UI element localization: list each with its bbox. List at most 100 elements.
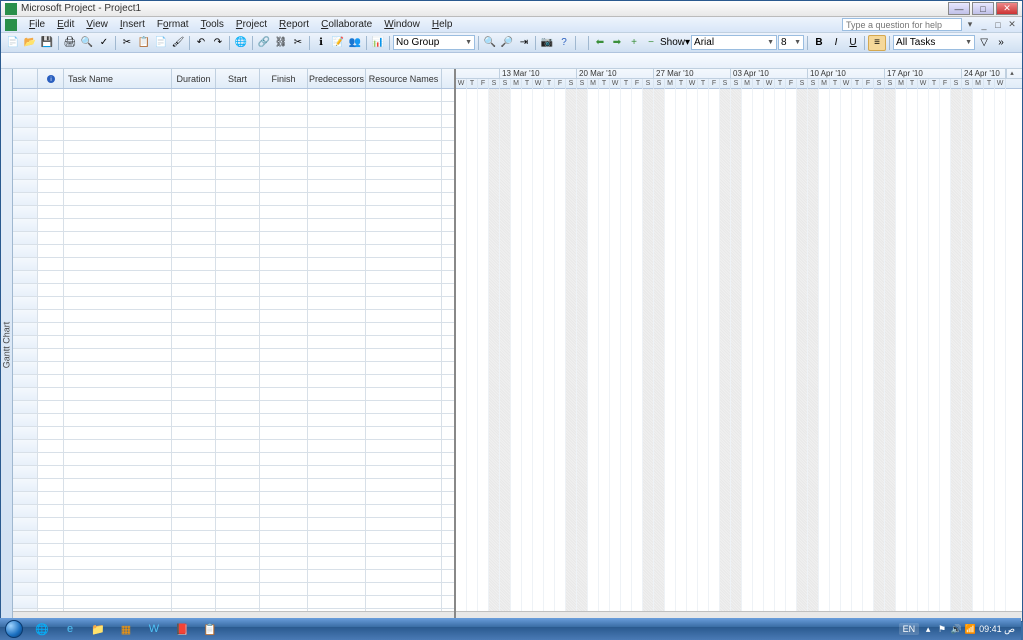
task-row[interactable]	[13, 531, 454, 544]
italic-button[interactable]: I	[828, 35, 844, 51]
task-row[interactable]	[13, 492, 454, 505]
language-indicator[interactable]: EN	[899, 623, 920, 635]
hide-subtasks-button[interactable]: −	[643, 35, 659, 51]
close-button[interactable]: ✕	[996, 2, 1018, 15]
taskbar-app-4[interactable]: ▦	[113, 620, 139, 638]
gantt-body[interactable]	[456, 89, 1022, 621]
copy-picture-button[interactable]: 📷	[539, 35, 555, 51]
open-button[interactable]: 📂	[22, 35, 38, 51]
new-button[interactable]: 📄	[5, 35, 21, 51]
col-resource-names[interactable]: Resource Names	[366, 69, 442, 88]
zoom-out-button[interactable]: 🔎	[499, 35, 515, 51]
mdi-minimize-button[interactable]: _	[978, 19, 990, 31]
taskbar-app-2[interactable]: e	[57, 620, 83, 638]
task-row[interactable]	[13, 388, 454, 401]
menu-file[interactable]: File	[23, 19, 51, 30]
task-row[interactable]	[13, 310, 454, 323]
task-row[interactable]	[13, 505, 454, 518]
task-row[interactable]	[13, 570, 454, 583]
gantt-vscroll-up[interactable]: ▴	[1006, 69, 1017, 78]
col-start[interactable]: Start	[216, 69, 260, 88]
task-row[interactable]	[13, 544, 454, 557]
task-row[interactable]	[13, 375, 454, 388]
taskbar-app-6[interactable]: 📕	[169, 620, 195, 638]
task-row[interactable]	[13, 414, 454, 427]
underline-button[interactable]: U	[845, 35, 861, 51]
autofilter-button[interactable]: ▽	[976, 35, 992, 51]
task-row[interactable]	[13, 336, 454, 349]
zoom-in-button[interactable]: 🔍	[482, 35, 498, 51]
select-all-corner[interactable]	[13, 69, 38, 88]
task-row[interactable]	[13, 479, 454, 492]
task-row[interactable]	[13, 466, 454, 479]
task-row[interactable]	[13, 167, 454, 180]
task-row[interactable]	[13, 271, 454, 284]
help-button[interactable]: ?	[556, 35, 572, 51]
task-row[interactable]	[13, 154, 454, 167]
task-row[interactable]	[13, 193, 454, 206]
col-predecessors[interactable]: Predecessors	[308, 69, 366, 88]
redo-button[interactable]: ↷	[210, 35, 226, 51]
insert-hyperlink-button[interactable]: 🌐	[233, 35, 249, 51]
show-subtasks-button[interactable]: +	[626, 35, 642, 51]
task-row[interactable]	[13, 219, 454, 232]
align-left-button[interactable]: ≡	[868, 35, 886, 51]
task-info-button[interactable]: ℹ	[313, 35, 329, 51]
help-search-input[interactable]	[842, 18, 962, 31]
spell-check-button[interactable]: ✓	[96, 35, 112, 51]
menu-dropdown-icon[interactable]: ▾	[964, 19, 976, 31]
menu-insert[interactable]: Insert	[114, 19, 151, 30]
menu-view[interactable]: View	[80, 19, 114, 30]
copy-button[interactable]: 📋	[136, 35, 152, 51]
task-row[interactable]	[13, 141, 454, 154]
outdent-button[interactable]: ⬅	[592, 35, 608, 51]
menu-collaborate[interactable]: Collaborate	[315, 19, 378, 30]
task-row[interactable]	[13, 258, 454, 271]
font-combo[interactable]: Arial▼	[691, 35, 777, 50]
taskbar-app-1[interactable]: 🌐	[29, 620, 55, 638]
bold-button[interactable]: B	[811, 35, 827, 51]
unlink-tasks-button[interactable]: ⛓	[273, 35, 289, 51]
tray-volume-icon[interactable]: 🔊	[951, 624, 961, 634]
task-row[interactable]	[13, 401, 454, 414]
col-task-name[interactable]: Task Name	[64, 69, 172, 88]
menu-format[interactable]: Format	[151, 19, 195, 30]
publish-button[interactable]: 📊	[370, 35, 386, 51]
start-button[interactable]	[0, 618, 28, 640]
view-bar[interactable]: Gantt Chart	[1, 69, 13, 621]
mdi-restore-button[interactable]: □	[992, 19, 1004, 31]
undo-button[interactable]: ↶	[193, 35, 209, 51]
task-row[interactable]	[13, 115, 454, 128]
menu-window[interactable]: Window	[378, 19, 426, 30]
taskbar-app-3[interactable]: 📁	[85, 620, 111, 638]
minimize-button[interactable]: —	[948, 2, 970, 15]
task-row[interactable]	[13, 453, 454, 466]
tray-network-icon[interactable]: 📶	[965, 624, 975, 634]
taskbar-app-5[interactable]: W	[141, 620, 167, 638]
print-button[interactable]: 🖨	[62, 35, 78, 51]
indent-button[interactable]: ➡	[609, 35, 625, 51]
task-row[interactable]	[13, 128, 454, 141]
menu-project[interactable]: Project	[230, 19, 273, 30]
font-size-combo[interactable]: 8▼	[778, 35, 804, 50]
task-row[interactable]	[13, 206, 454, 219]
menu-edit[interactable]: Edit	[51, 19, 80, 30]
task-row[interactable]	[13, 427, 454, 440]
save-button[interactable]: 💾	[39, 35, 55, 51]
goto-task-button[interactable]: ⇥	[516, 35, 532, 51]
task-row[interactable]	[13, 362, 454, 375]
task-row[interactable]	[13, 323, 454, 336]
taskbar-app-7[interactable]: 📋	[197, 620, 223, 638]
gantt-timescale[interactable]: 13 Mar '1020 Mar '1027 Mar '1003 Apr '10…	[456, 69, 1022, 89]
clock[interactable]: 09:41 ص	[979, 625, 1015, 634]
task-row[interactable]	[13, 349, 454, 362]
task-row[interactable]	[13, 180, 454, 193]
print-preview-button[interactable]: 🔍	[79, 35, 95, 51]
col-finish[interactable]: Finish	[260, 69, 308, 88]
format-painter-button[interactable]: 🖌	[170, 35, 186, 51]
assign-resources-button[interactable]: 👥	[347, 35, 363, 51]
paste-button[interactable]: 📄	[153, 35, 169, 51]
task-row[interactable]	[13, 557, 454, 570]
task-notes-button[interactable]: 📝	[330, 35, 346, 51]
col-duration[interactable]: Duration	[172, 69, 216, 88]
